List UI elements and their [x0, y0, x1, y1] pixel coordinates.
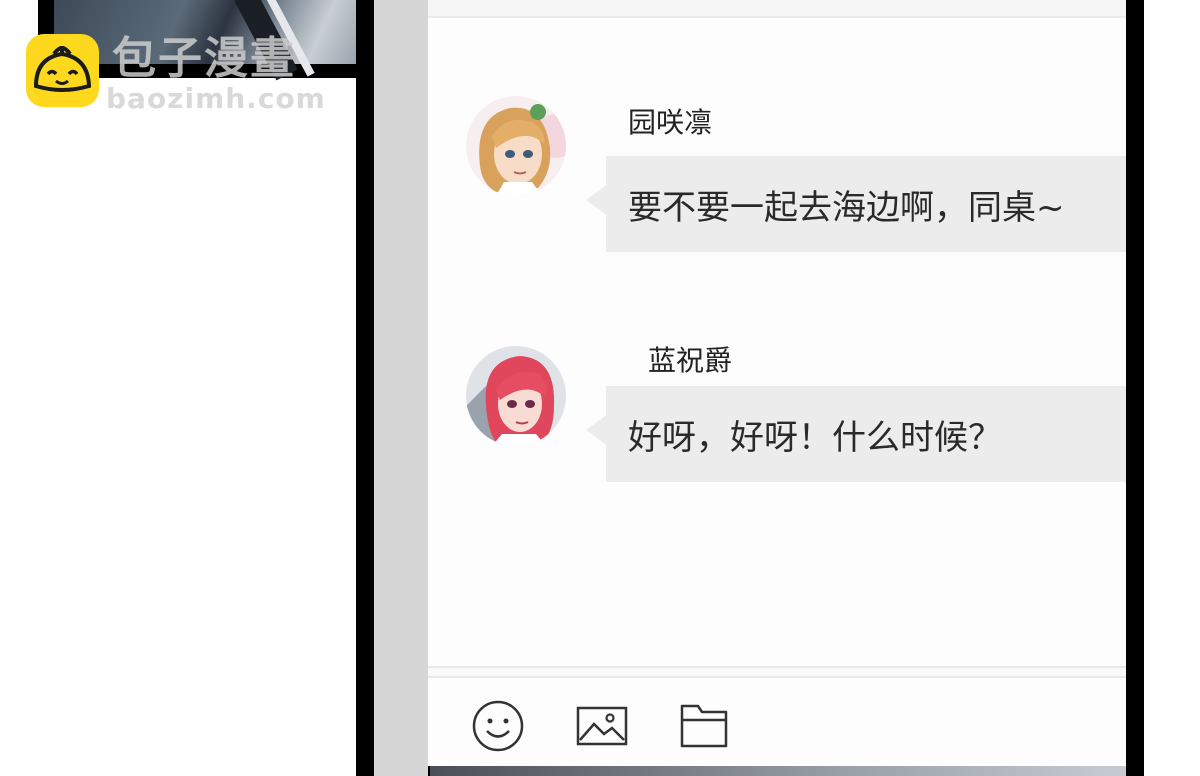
bubble-tail: [586, 414, 608, 446]
emoji-icon[interactable]: [470, 698, 526, 754]
chat-header-edge: [428, 0, 1126, 18]
image-icon[interactable]: [574, 698, 630, 754]
phone-side-strip: [374, 0, 428, 776]
message-bubble[interactable]: 要不要一起去海边啊，同桌~: [606, 156, 1126, 252]
sender-name: 园咲凛: [628, 106, 713, 139]
toolbar-divider: [428, 666, 1126, 678]
sender-name: 蓝祝爵: [648, 344, 733, 377]
bubble-tail: [586, 184, 608, 216]
message-text: 要不要一起去海边啊，同桌~: [628, 187, 1065, 228]
message-bubble[interactable]: 好呀，好呀！什么时候？: [606, 386, 1126, 482]
avatar-blonde-girl[interactable]: [466, 96, 566, 196]
watermark-title: 包子漫畫: [112, 33, 296, 84]
bun-logo-icon: [26, 34, 99, 107]
chat-screen: 园咲凛 要不要一起去海边啊，同桌~ 蓝祝爵 好呀，好呀！什么时候？: [428, 0, 1126, 766]
avatar-red-hair-girl[interactable]: [466, 346, 566, 446]
chat-toolbar: [428, 680, 1126, 766]
message-text: 好呀，好呀！什么时候？: [628, 417, 1002, 458]
folder-icon[interactable]: [676, 698, 732, 754]
watermark-url: baozimh.com: [106, 82, 326, 115]
site-watermark: 包子漫畫 baozimh.com: [26, 34, 326, 114]
comic-panel-bottom-edge: [430, 766, 1126, 776]
